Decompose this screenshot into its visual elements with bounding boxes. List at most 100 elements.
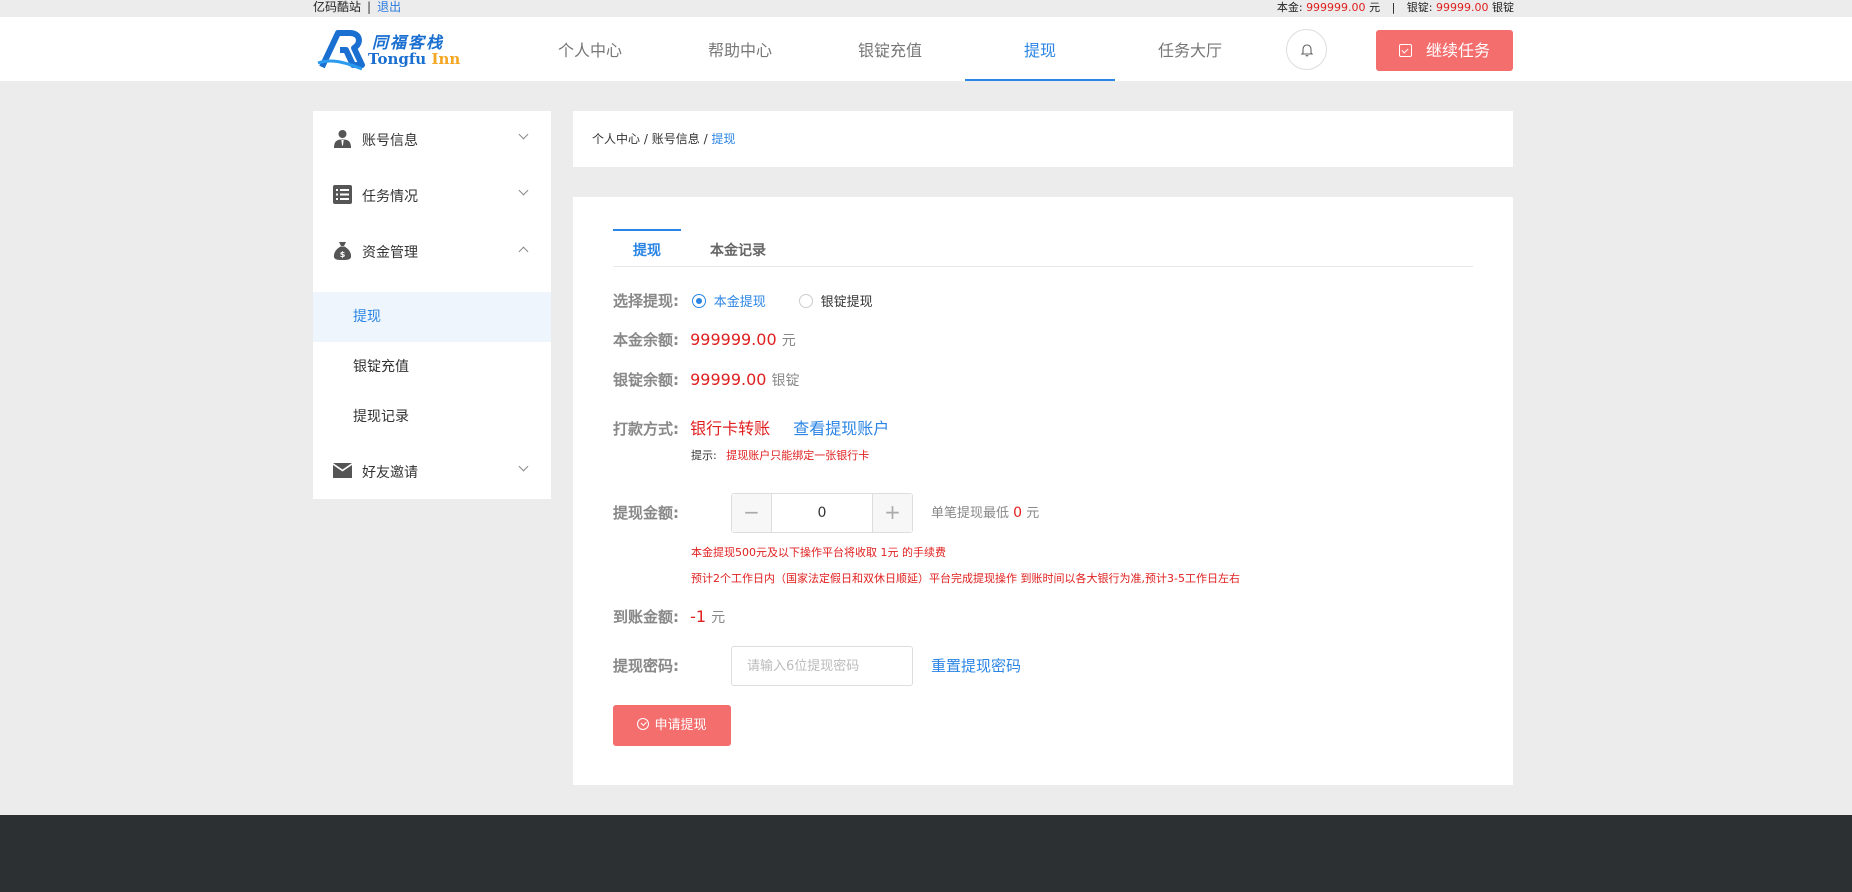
logout-link[interactable]: 退出 [377, 0, 401, 14]
password-input[interactable] [731, 646, 913, 686]
sidebar-group-funds[interactable]: $ 资金管理 [313, 223, 551, 279]
arrival-value: -1 [690, 607, 707, 626]
divider: | [1391, 1, 1396, 14]
min-amount-note: 单笔提现最低 0 元 [931, 493, 1039, 534]
ingot-label: 银锭: [1406, 1, 1433, 14]
breadcrumb-current: 提现 [711, 132, 736, 146]
radio-ingot[interactable]: 银锭提现 [798, 294, 873, 310]
chevron-down-icon [518, 461, 529, 472]
ingot-balance-value: 99999.00 [690, 370, 767, 389]
breadcrumb-separator: / [643, 132, 648, 146]
breadcrumb: 个人中心 / 账号信息 / 提现 [573, 111, 1513, 167]
breadcrumb-item[interactable]: 账号信息 [652, 132, 700, 146]
min-amount-unit: 元 [1026, 506, 1040, 521]
logo-en-tongfu: Tongfu [368, 50, 427, 68]
min-amount-value: 0 [1013, 505, 1023, 521]
header: 同福客栈 Tongfu Inn 个人中心 帮助中心 银锭充值 提现 任务大厅 继… [0, 17, 1852, 81]
principal-balance-label: 本金余额: [613, 331, 679, 349]
reset-password-link[interactable]: 重置提现密码 [931, 646, 1021, 686]
withdraw-panel: 提现 本金记录 选择提现: 本金提现 银锭提现 本金余额: 999999.00 … [573, 197, 1513, 785]
amount-input[interactable]: 0 [772, 494, 872, 532]
continue-task-label: 继续任务 [1425, 41, 1490, 60]
site-name: 亿码酷站 [313, 0, 362, 14]
ingot-balance-unit: 银锭 [771, 373, 800, 389]
nav-ingot-recharge[interactable]: 银锭充值 [815, 17, 965, 81]
nav-help-center[interactable]: 帮助中心 [665, 17, 815, 81]
principal-balance-value: 999999.00 [690, 330, 777, 349]
tab-principal-records[interactable]: 本金记录 [710, 229, 766, 267]
bell-icon [1300, 44, 1314, 57]
chevron-down-icon [518, 185, 529, 196]
sidebar-group-label: 任务情况 [362, 189, 418, 205]
payment-method-value: 银行卡转账 [690, 419, 771, 438]
check-circle-icon [637, 718, 650, 730]
logo-en: Tongfu Inn [368, 50, 460, 68]
logo-en-inn: Inn [431, 50, 461, 68]
decrement-button[interactable]: − [732, 494, 772, 532]
radio-unchecked-icon [798, 294, 813, 308]
chevron-up-icon [518, 246, 529, 257]
tip-row: 提示: 提现账户只能绑定一张银行卡 [691, 447, 869, 463]
envelope-icon [333, 463, 352, 478]
ingot-balance-label: 银锭余额: [613, 371, 679, 389]
ingot-value: 99999.00 [1436, 1, 1489, 14]
principal-value: 999999.00 [1306, 1, 1366, 14]
sidebar-group-label: 账号信息 [362, 133, 418, 149]
radio-principal-label: 本金提现 [713, 295, 766, 310]
logo[interactable]: 同福客栈 Tongfu Inn [316, 27, 462, 71]
principal-label: 本金: [1276, 1, 1303, 14]
principal-balance-row: 本金余额: 999999.00 元 [613, 329, 796, 350]
user-icon [334, 130, 351, 148]
tab-withdraw[interactable]: 提现 [613, 229, 681, 267]
sidebar-group-invite[interactable]: 好友邀请 [313, 443, 551, 499]
view-account-link[interactable]: 查看提现账户 [793, 419, 889, 438]
sidebar-item-withdraw[interactable]: 提现 [313, 292, 551, 342]
amount-row: 提现金额: − 0 + 单笔提现最低 0 元 [613, 493, 1313, 533]
money-bag-icon: $ [333, 242, 352, 260]
withdraw-type-row: 选择提现: 本金提现 银锭提现 [613, 290, 873, 311]
password-row: 提现密码: 重置提现密码 [613, 646, 1313, 686]
tip-text: 提现账户只能绑定一张银行卡 [726, 449, 870, 462]
radio-principal[interactable]: 本金提现 [691, 294, 766, 310]
amount-label: 提现金额: [613, 504, 679, 522]
chevron-down-icon [518, 129, 529, 140]
time-note: 预计2个工作日内（国家法定假日和双休日顺延）平台完成提现操作 到账时间以各大银行… [691, 572, 1240, 585]
payment-method-label: 打款方式: [613, 420, 679, 438]
arrival-label: 到账金额: [613, 608, 679, 626]
top-bar-left: 亿码酷站 | 退出 [313, 0, 401, 15]
sidebar: 账号信息 任务情况 $ 资金管理 提现 银锭充值 提现记录 好友邀请 [313, 111, 551, 499]
tab-bar: 提现 本金记录 [613, 229, 1473, 267]
sidebar-group-label: 资金管理 [362, 245, 418, 261]
top-bar-balance: 本金: 999999.00 元 | 银锭: 99999.00 银锭 [1277, 0, 1514, 15]
continue-task-button[interactable]: 继续任务 [1376, 30, 1513, 71]
logo-mark-icon [317, 30, 365, 71]
footer [0, 815, 1852, 892]
sidebar-item-ingot-recharge[interactable]: 银锭充值 [313, 342, 551, 392]
notification-button[interactable] [1286, 29, 1327, 70]
tip-label: 提示: [691, 449, 717, 462]
sidebar-item-withdraw-records[interactable]: 提现记录 [313, 392, 551, 442]
arrival-row: 到账金额: -1 元 [613, 606, 725, 627]
fee-note: 本金提现500元及以下操作平台将收取 1元 的手续费 [691, 546, 946, 559]
increment-button[interactable]: + [872, 494, 912, 532]
amount-stepper: − 0 + [731, 493, 913, 533]
apply-withdraw-button[interactable]: 申请提现 [613, 705, 731, 746]
sidebar-group-account[interactable]: 账号信息 [313, 111, 551, 167]
sidebar-group-tasks[interactable]: 任务情况 [313, 167, 551, 223]
arrival-unit: 元 [711, 610, 726, 626]
nav-personal-center[interactable]: 个人中心 [515, 17, 665, 81]
list-icon [333, 185, 352, 204]
svg-text:$: $ [340, 250, 346, 259]
withdraw-type-label: 选择提现: [613, 292, 679, 310]
radio-checked-icon [691, 294, 706, 308]
nav-withdraw[interactable]: 提现 [965, 17, 1115, 81]
principal-unit: 元 [1369, 1, 1381, 14]
ingot-balance-row: 银锭余额: 99999.00 银锭 [613, 369, 800, 390]
min-amount-prefix: 单笔提现最低 [931, 506, 1010, 521]
principal-balance-unit: 元 [781, 333, 796, 349]
payment-method-row: 打款方式: 银行卡转账 查看提现账户 [613, 415, 889, 439]
radio-ingot-label: 银锭提现 [820, 295, 873, 310]
divider: | [367, 0, 372, 14]
breadcrumb-item[interactable]: 个人中心 [592, 132, 640, 146]
nav-task-hall[interactable]: 任务大厅 [1115, 17, 1265, 81]
